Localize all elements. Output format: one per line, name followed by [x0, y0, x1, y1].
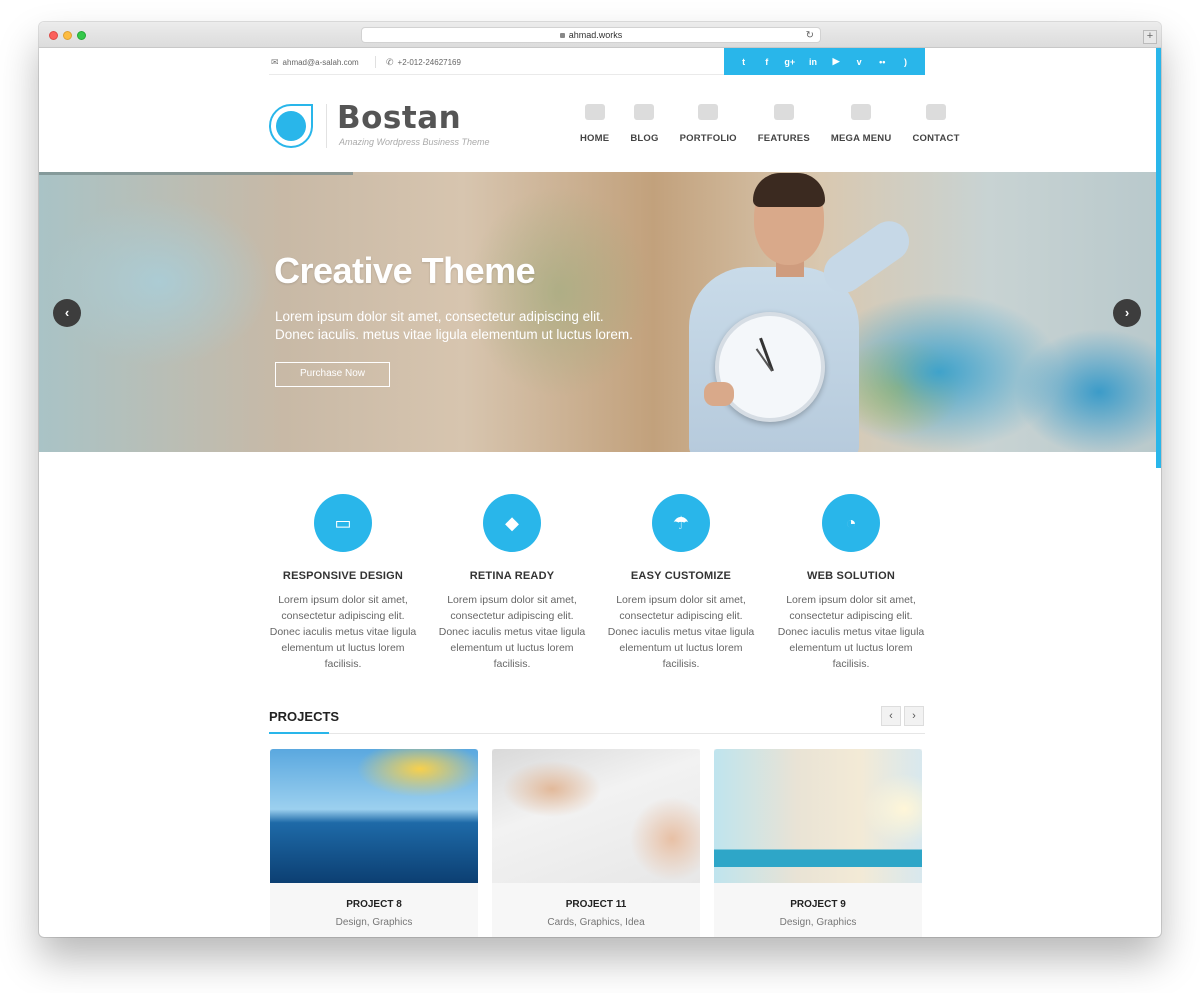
projects-header: PROJECTS ‹ › — [269, 706, 925, 734]
feature-web-solution: ◔ WEB SOLUTION Lorem ipsum dolor sit ame… — [776, 494, 926, 672]
nav-label: PORTFOLIO — [679, 133, 737, 144]
social-links: t f g+ in ▶ v •• ) — [724, 48, 925, 75]
project-image-living-room[interactable] — [714, 749, 922, 883]
feature-title: EASY CUSTOMIZE — [630, 570, 732, 582]
nav-label: HOME — [580, 133, 610, 144]
projects-next-button[interactable]: › — [904, 706, 924, 726]
feature-text: Lorem ipsum dolor sit amet, consectetur … — [269, 594, 417, 670]
feature-text: Lorem ipsum dolor sit amet, consectetur … — [607, 594, 755, 670]
feature-easy-customize: ☂ EASY CUSTOMIZE Lorem ipsum dolor sit a… — [606, 494, 756, 672]
zoom-window-button[interactable] — [77, 31, 86, 40]
purchase-now-button[interactable]: Purchase Now — [275, 362, 390, 387]
hero-line-1: Lorem ipsum dolor sit amet, consectetur … — [275, 309, 604, 324]
projects-heading: PROJECTS — [269, 709, 340, 724]
project-categories: Cards, Graphics, Idea — [547, 917, 645, 928]
browser-titlebar: ahmad.works ↻ + — [39, 22, 1161, 48]
scrollbar[interactable] — [1156, 48, 1161, 468]
diamond-icon: ◆ — [483, 494, 541, 552]
feature-text: Lorem ipsum dolor sit amet, consectetur … — [777, 594, 925, 670]
project-image-signing[interactable] — [492, 749, 700, 883]
address-bar[interactable]: ahmad.works ↻ — [361, 27, 821, 43]
top-contact-bar: ✉ ahmad@a-salah.com ✆ +2-012-24627169 t f … — [269, 48, 925, 75]
project-name[interactable]: PROJECT 8 — [270, 899, 478, 910]
feature-retina-ready: ◆ RETINA READY Lorem ipsum dolor sit ame… — [437, 494, 587, 672]
nav-label: BLOG — [630, 133, 659, 144]
slider-next-button[interactable]: › — [1113, 299, 1141, 327]
feature-responsive-design: ▭ RESPONSIVE DESIGN Lorem ipsum dolor si… — [268, 494, 418, 672]
puzzle-icon — [773, 104, 794, 120]
project-categories: Design, Graphics — [779, 917, 857, 928]
vimeo-icon[interactable]: v — [850, 57, 868, 67]
paper-plane-icon — [926, 104, 946, 120]
feature-title: WEB SOLUTION — [807, 570, 895, 582]
project-name[interactable]: PROJECT 9 — [714, 899, 922, 910]
project-categories: Design, Graphics — [335, 917, 413, 928]
minimize-window-button[interactable] — [63, 31, 72, 40]
hero-subtitle: Lorem ipsum dolor sit amet, consectetur … — [275, 308, 675, 344]
nav-label: MEGA MENU — [830, 133, 892, 144]
email-text: ahmad@a-salah.com — [282, 58, 359, 67]
slider-prev-button[interactable]: ‹ — [53, 299, 81, 327]
home-icon — [584, 104, 605, 120]
contact-phone[interactable]: ✆ +2-012-24627169 — [386, 57, 461, 68]
nav-label: FEATURES — [757, 133, 810, 144]
monitor-icon: ▭ — [314, 494, 372, 552]
main-nav: HOME BLOG PORTFOLIO FEATURES MEGA MENU C… — [559, 104, 960, 149]
nav-label: CONTACT — [912, 133, 960, 144]
rss-icon[interactable]: ) — [896, 57, 914, 67]
projects-prev-button[interactable]: ‹ — [881, 706, 901, 726]
facebook-icon[interactable]: f — [758, 57, 776, 67]
slider-progress-bar — [39, 172, 353, 175]
project-image-sailboat[interactable] — [270, 749, 478, 883]
pencil-icon — [634, 104, 655, 120]
nav-features[interactable]: FEATURES — [758, 104, 810, 149]
logo-divider — [326, 104, 327, 148]
flickr-icon[interactable]: •• — [873, 57, 891, 67]
feature-text: Lorem ipsum dolor sit amet, consectetur … — [438, 594, 586, 670]
project-card[interactable]: PROJECT 11 Cards, Graphics, Idea — [492, 749, 700, 937]
browser-window: ahmad.works ↻ + ✉ ahmad@a-salah.com ✆ +2-0… — [39, 22, 1161, 937]
new-tab-button[interactable]: + — [1143, 30, 1157, 44]
hero-photo-man-with-clock — [649, 173, 919, 452]
nav-portfolio[interactable]: PORTFOLIO — [680, 104, 737, 149]
nav-mega-menu[interactable]: MEGA MENU — [831, 104, 892, 149]
project-name[interactable]: PROJECT 11 — [492, 899, 700, 910]
project-card[interactable]: PROJECT 9 Design, Graphics — [714, 749, 922, 937]
umbrella-icon: ☂ — [652, 494, 710, 552]
contact-email[interactable]: ✉ ahmad@a-salah.com — [271, 57, 359, 68]
site-tagline: Amazing Wordpress Business Theme — [339, 137, 490, 147]
lock-icon — [559, 33, 565, 38]
site-title[interactable]: Bostan — [337, 100, 461, 136]
close-window-button[interactable] — [49, 31, 58, 40]
url-text: ahmad.works — [568, 30, 623, 40]
logo-icon[interactable] — [269, 104, 313, 148]
satellite-icon: ◔ — [822, 494, 880, 552]
heading-underline — [269, 732, 329, 734]
hero-title: Creative Theme — [274, 250, 536, 291]
camera-icon — [698, 104, 719, 120]
hero-line-2: Donec iaculis. metus vitae ligula elemen… — [275, 327, 633, 342]
phone-icon: ✆ — [386, 57, 394, 67]
feature-title: RETINA READY — [469, 570, 555, 582]
contact-divider — [375, 56, 376, 68]
feature-title: RESPONSIVE DESIGN — [282, 570, 404, 582]
linkedin-icon[interactable]: in — [804, 57, 822, 67]
nav-home[interactable]: HOME — [580, 104, 609, 149]
nav-blog[interactable]: BLOG — [630, 104, 658, 149]
archive-icon — [851, 104, 872, 120]
project-card[interactable]: PROJECT 8 Design, Graphics — [270, 749, 478, 937]
nav-contact[interactable]: CONTACT — [912, 104, 959, 149]
phone-text: +2-012-24627169 — [397, 58, 461, 67]
twitter-icon[interactable]: t — [735, 57, 753, 67]
google-plus-icon[interactable]: g+ — [781, 57, 799, 67]
clock-icon — [715, 312, 825, 422]
envelope-icon: ✉ — [271, 57, 279, 67]
youtube-icon[interactable]: ▶ — [827, 56, 845, 67]
hero-slider: Creative Theme Lorem ipsum dolor sit ame… — [39, 172, 1156, 452]
reload-icon[interactable]: ↻ — [806, 28, 814, 43]
